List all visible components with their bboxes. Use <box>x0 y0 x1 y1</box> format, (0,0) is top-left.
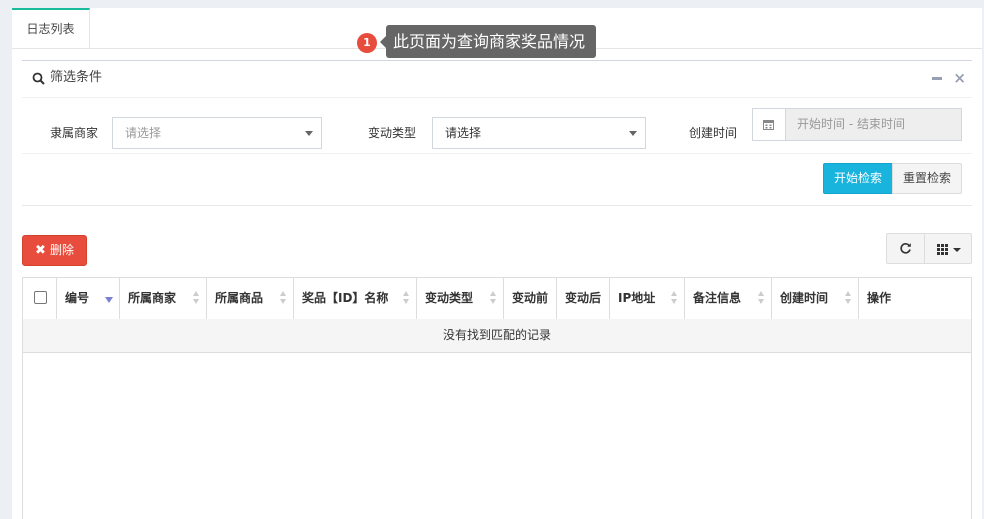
sort-desc-icon <box>105 297 113 303</box>
column-header-prize[interactable]: 奖品【ID】名称 <box>294 278 417 319</box>
tab-log-list[interactable]: 日志列表 <box>12 8 90 48</box>
column-header-product[interactable]: 所属商品 <box>207 278 294 319</box>
column-header-merchant[interactable]: 所属商家 <box>120 278 207 319</box>
sort-icon <box>845 291 852 305</box>
tooltip-badge: 1 <box>357 33 377 53</box>
filter-box: 筛选条件 × 隶属商家 请选择 变动类型 请选择 创建时间 开始时间 - 结束时… <box>22 60 972 206</box>
column-header-remark[interactable]: 备注信息 <box>685 278 772 319</box>
collapse-icon[interactable] <box>932 77 942 80</box>
refresh-icon <box>900 243 911 254</box>
grid-icon <box>937 244 948 255</box>
close-icon[interactable]: × <box>953 69 966 87</box>
filter-header: 筛选条件 × <box>22 61 972 98</box>
chevron-down-icon <box>305 131 313 136</box>
filter-divider <box>22 153 972 154</box>
data-table: 编号 所属商家 所属商品 奖品【ID】名称 变动类型 变动前 变动后 IP地址 <box>22 277 972 519</box>
select-all-checkbox[interactable] <box>34 291 47 304</box>
calendar-icon <box>763 120 774 130</box>
column-header-created[interactable]: 创建时间 <box>772 278 859 319</box>
created-time-label: 创建时间 <box>689 126 738 140</box>
search-button[interactable]: 开始检索 <box>823 163 893 194</box>
sort-icon <box>280 291 287 305</box>
chevron-down-icon <box>953 248 961 252</box>
column-header-id[interactable]: 编号 <box>57 278 120 319</box>
date-range-input[interactable]: 开始时间 - 结束时间 <box>752 108 962 141</box>
tooltip: 此页面为查询商家奖品情况 <box>380 25 596 58</box>
change-type-select-value: 请选择 <box>445 126 482 140</box>
column-header-ip[interactable]: IP地址 <box>610 278 685 319</box>
date-addon <box>753 109 786 140</box>
table-header: 编号 所属商家 所属商品 奖品【ID】名称 变动类型 变动前 变动后 IP地址 <box>23 278 971 320</box>
main-panel: 日志列表 1 此页面为查询商家奖品情况 筛选条件 × 隶属商家 请选择 变动类型… <box>12 8 982 519</box>
sort-icon <box>193 291 200 305</box>
empty-row: 没有找到匹配的记录 <box>23 319 971 353</box>
change-type-select[interactable]: 请选择 <box>432 117 646 149</box>
sort-icon <box>758 291 765 305</box>
date-range-placeholder: 开始时间 - 结束时间 <box>797 117 905 131</box>
sort-icon <box>490 291 497 305</box>
change-type-label: 变动类型 <box>368 126 417 140</box>
merchant-select[interactable]: 请选择 <box>112 117 322 149</box>
sort-icon <box>403 291 410 305</box>
column-header-change-type[interactable]: 变动类型 <box>417 278 504 319</box>
reset-button[interactable]: 重置检索 <box>892 163 962 194</box>
delete-button[interactable]: ✖ 删除 <box>22 235 87 266</box>
select-all-cell <box>23 278 57 319</box>
delete-button-label: 删除 <box>50 243 75 257</box>
column-header-before: 变动前 <box>504 278 557 319</box>
merchant-label: 隶属商家 <box>50 126 99 140</box>
merchant-select-placeholder: 请选择 <box>125 126 162 140</box>
chevron-down-icon <box>629 131 637 136</box>
columns-button[interactable] <box>924 233 972 264</box>
search-icon <box>32 72 45 85</box>
refresh-button[interactable] <box>886 233 925 264</box>
column-header-after: 变动后 <box>557 278 610 319</box>
sort-icon <box>671 291 678 305</box>
filter-title: 筛选条件 <box>50 70 103 85</box>
close-icon: ✖ <box>35 243 46 258</box>
column-header-actions: 操作 <box>867 291 892 305</box>
